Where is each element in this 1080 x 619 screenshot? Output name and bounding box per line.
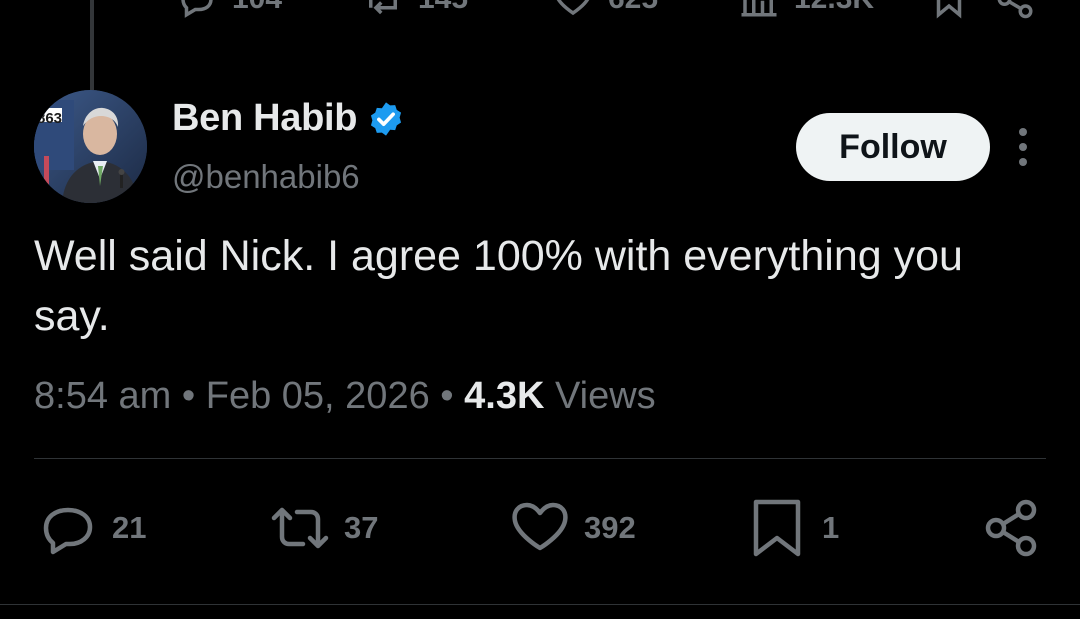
reply-button[interactable]: 21 [38,498,146,558]
bookmark-count: 1 [822,510,840,545]
views-count[interactable]: 4.3K [464,375,544,417]
bar-chart-icon [741,0,777,17]
tweet-date[interactable]: Feb 05, 2026 [206,375,430,417]
reply-count: 21 [112,510,147,545]
heart-icon [512,502,568,551]
meta-separator: • [440,375,454,417]
like-count: 392 [584,510,636,545]
divider [34,458,1046,459]
previous-reply-count: 104 [232,0,282,16]
tweet-meta: 8:54 am • Feb 05, 2026 • 4.3K Views [34,375,656,418]
bookmark-button[interactable]: 1 [748,498,839,558]
reply-icon [43,507,93,555]
thread-connector-line [90,0,94,90]
share-icon [985,499,1037,557]
share-icon [997,0,1033,19]
previous-views-action[interactable]: 12.3K [738,0,874,20]
reply-icon [181,0,213,18]
previous-like-count: 625 [608,0,658,16]
avatar[interactable]: 863 [34,90,147,203]
tweet-text: Well said Nick. I agree 100% with everyt… [34,232,963,340]
more-vertical-icon[interactable] [1008,124,1038,170]
meta-separator: • [181,375,196,417]
views-label[interactable]: Views [555,375,656,417]
previous-repost-count: 145 [418,0,468,16]
previous-views-count: 12.3K [794,0,874,16]
repost-icon [271,507,329,549]
bookmark-icon [753,499,801,557]
previous-tweet-actions: 104 145 625 12.3K [0,0,1080,20]
previous-bookmark-action[interactable] [928,0,970,20]
follow-button[interactable]: Follow [796,113,990,181]
repost-button[interactable]: 37 [270,498,378,558]
avatar-photo [34,90,147,203]
heart-icon [556,0,590,16]
previous-like-action[interactable]: 625 [552,0,658,20]
author-display-name-row[interactable]: Ben Habib [172,97,405,140]
repost-count: 37 [344,510,379,545]
bottom-divider [0,604,1080,605]
author-display-name: Ben Habib [172,97,358,139]
repost-icon [369,0,397,15]
share-button[interactable] [982,498,1042,558]
previous-reply-action[interactable]: 104 [176,0,282,20]
previous-share-action[interactable] [994,0,1036,20]
avatar-badge: 863 [37,110,63,127]
verified-badge-icon [371,101,402,136]
bookmark-icon [936,0,962,19]
like-button[interactable]: 392 [510,498,636,558]
tweet-time[interactable]: 8:54 am [34,375,171,417]
author-handle[interactable]: @benhabib6 [172,158,360,196]
previous-repost-action[interactable]: 145 [362,0,468,20]
